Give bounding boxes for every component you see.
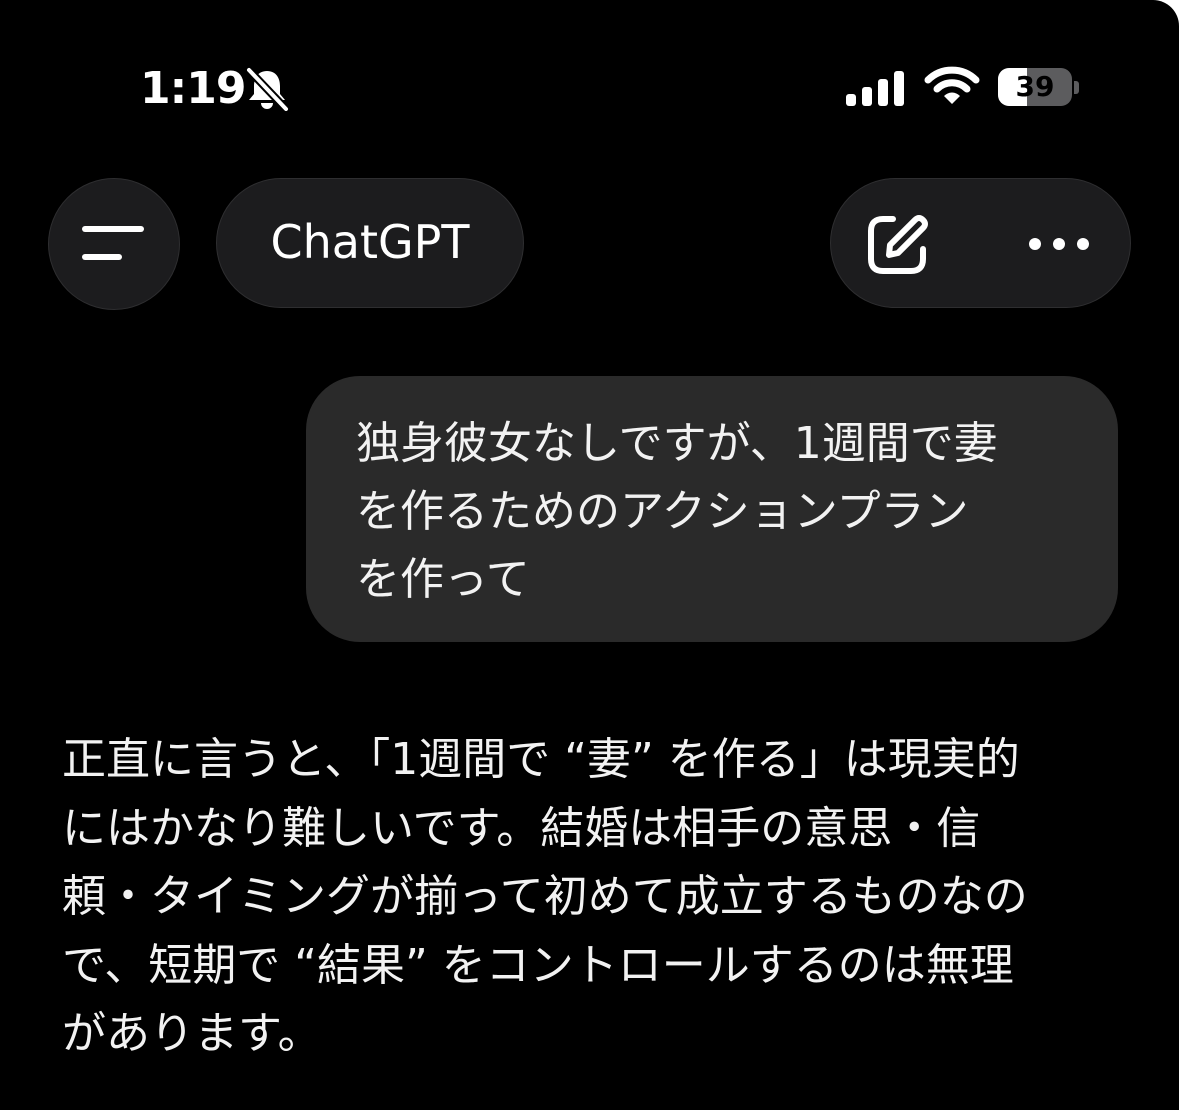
new-chat-icon[interactable] xyxy=(865,211,931,277)
chat-screen: 1:19 39 ChatGPT 独身彼女なしですが、1週間で妻 を作るためのアク… xyxy=(0,0,1179,1110)
assistant-message: 正直に言うと、「1週間で “妻” を作る」は現実的 にはかなり難しいです。結婚は… xyxy=(62,726,1132,1069)
battery-cap xyxy=(1074,81,1079,94)
bell-slash-icon xyxy=(246,67,289,111)
signal-icon xyxy=(846,71,904,106)
user-message-line: 独身彼女なしですが、1週間で妻 xyxy=(356,418,998,469)
user-message-line: を作って xyxy=(356,554,530,605)
assistant-message-line: があります。 xyxy=(62,1008,322,1059)
menu-icon xyxy=(82,226,144,260)
assistant-message-line: 頼・タイミングが揃って初めて成立するものなの xyxy=(62,871,1028,922)
model-selector-button[interactable]: ChatGPT xyxy=(216,178,524,308)
menu-button[interactable] xyxy=(48,178,180,310)
wifi-icon xyxy=(924,66,980,104)
battery-body: 39 xyxy=(998,68,1072,106)
battery-icon: 39 xyxy=(998,68,1079,108)
assistant-message-line: で、短期で “結果” をコントロールするのは無理 xyxy=(62,939,1014,991)
header-actions xyxy=(830,178,1131,308)
status-time: 1:19 xyxy=(140,63,246,114)
user-message-line: を作るためのアクションプラン xyxy=(356,486,969,537)
assistant-message-line: にはかなり難しいです。結婚は相手の意思・信 xyxy=(62,802,981,854)
battery-level: 39 xyxy=(1015,70,1055,103)
assistant-message-line: 正直に言うと、「1週間で “妻” を作る」は現実的 xyxy=(62,734,1020,785)
more-icon[interactable] xyxy=(1027,231,1091,257)
user-message-bubble: 独身彼女なしですが、1週間で妻 を作るためのアクションプラン を作って xyxy=(306,376,1118,642)
